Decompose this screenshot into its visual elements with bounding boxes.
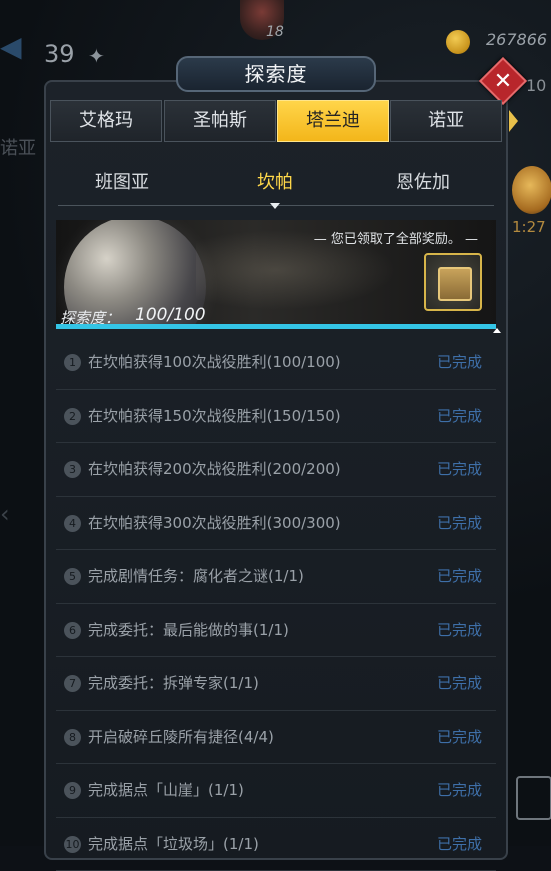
task-description: 开启破碎丘陵所有捷径(4/4) (88, 726, 274, 747)
tab-region-1[interactable]: 艾格玛 (50, 100, 162, 142)
task-number-badge: 5 (64, 568, 81, 585)
tab-region-3[interactable]: 塔兰迪 (277, 100, 389, 142)
task-description: 在坎帕获得150次战役胜利(150/150) (88, 405, 341, 426)
task-status: 已完成 (437, 565, 482, 586)
task-description: 完成委托：最后能做的事(1/1) (88, 619, 289, 640)
tab-next-arrow-icon[interactable] (509, 110, 518, 132)
gold-coin-icon (446, 30, 470, 54)
task-number-badge: 10 (64, 836, 81, 853)
task-description: 完成剧情任务：腐化者之谜(1/1) (88, 565, 304, 586)
gold-amount: 267866 (486, 30, 547, 49)
task-status: 已完成 (437, 512, 482, 533)
task-row: 4 在坎帕获得300次战役胜利(300/300) 已完成 (56, 497, 496, 551)
task-description: 在坎帕获得300次战役胜利(300/300) (88, 512, 341, 533)
tab-region-4[interactable]: 诺亚 (390, 100, 502, 142)
panel-title: 探索度 (245, 62, 308, 86)
task-number-badge: 8 (64, 729, 81, 746)
close-button[interactable]: ✕ (482, 60, 524, 102)
task-row: 6 完成委托：最后能做的事(1/1) 已完成 (56, 604, 496, 658)
task-description: 完成委托：拆弹专家(1/1) (88, 672, 259, 693)
task-status: 已完成 (437, 351, 482, 372)
task-row: 5 完成剧情任务：腐化者之谜(1/1) 已完成 (56, 550, 496, 604)
task-number-badge: 7 (64, 675, 81, 692)
tab-region-2[interactable]: 圣帕斯 (164, 100, 276, 142)
task-status: 已完成 (437, 672, 482, 693)
task-status: 已完成 (437, 779, 482, 800)
task-number-badge: 2 (64, 408, 81, 425)
task-status: 已完成 (437, 405, 482, 426)
player-level: 39 (44, 40, 75, 68)
subtab-area-2[interactable]: 坎帕 (257, 168, 293, 194)
task-description: 完成据点「山崖」(1/1) (88, 779, 244, 800)
event-mascot-icon[interactable] (512, 166, 551, 214)
task-number-badge: 6 (64, 622, 81, 639)
task-row: 1 在坎帕获得100次战役胜利(100/100) 已完成 (56, 336, 496, 390)
rank-emblem-number: 18 (266, 24, 284, 40)
task-description: 在坎帕获得100次战役胜利(100/100) (88, 351, 341, 372)
left-scroll-arrow-icon[interactable]: ‹ (0, 500, 10, 528)
task-number-badge: 4 (64, 515, 81, 532)
task-status: 已完成 (437, 458, 482, 479)
task-number-badge: 1 (64, 354, 81, 371)
task-number-badge: 3 (64, 461, 81, 478)
task-status: 已完成 (437, 619, 482, 640)
star-icon: ✦ (88, 44, 105, 68)
rewards-claimed-message: — 您已领取了全部奖励。 — (314, 228, 478, 247)
task-description: 完成据点「垃圾场」(1/1) (88, 833, 259, 854)
task-list: 1 在坎帕获得100次战役胜利(100/100) 已完成 2 在坎帕获得150次战役胜利… (56, 336, 496, 871)
subtab-area-3[interactable]: 恩佐加 (396, 168, 450, 194)
side-counter: 10 (526, 76, 546, 95)
close-icon: ✕ (494, 69, 512, 94)
panel-title-plate: 探索度 (176, 56, 376, 92)
progress-end-marker-icon (493, 328, 501, 333)
task-row: 2 在坎帕获得150次战役胜利(150/150) 已完成 (56, 390, 496, 444)
exploration-value: 100/100 (135, 305, 206, 325)
subtab-selected-marker-icon (270, 203, 280, 209)
task-status: 已完成 (437, 726, 482, 747)
subtab-area-1[interactable]: 班图亚 (95, 168, 149, 194)
loot-crate-icon (438, 267, 472, 301)
task-row: 8 开启破碎丘陵所有捷径(4/4) 已完成 (56, 711, 496, 765)
task-row: 7 完成委托：拆弹专家(1/1) 已完成 (56, 657, 496, 711)
task-row: 3 在坎帕获得200次战役胜利(200/200) 已完成 (56, 443, 496, 497)
task-number-badge: 9 (64, 782, 81, 799)
back-arrow-icon[interactable]: ◀ (0, 30, 22, 63)
event-timer: 1:27 (512, 218, 546, 236)
exploration-progress-fill (56, 324, 496, 329)
background-region-label: 诺亚 (0, 134, 36, 160)
task-row: 10 完成据点「垃圾场」(1/1) 已完成 (56, 818, 496, 871)
reward-box-button[interactable] (424, 253, 482, 311)
task-status: 已完成 (437, 833, 482, 854)
task-description: 在坎帕获得200次战役胜利(200/200) (88, 458, 341, 479)
exploration-progress-bar (56, 324, 496, 329)
task-list-icon[interactable] (516, 776, 551, 820)
task-row: 9 完成据点「山崖」(1/1) 已完成 (56, 764, 496, 818)
